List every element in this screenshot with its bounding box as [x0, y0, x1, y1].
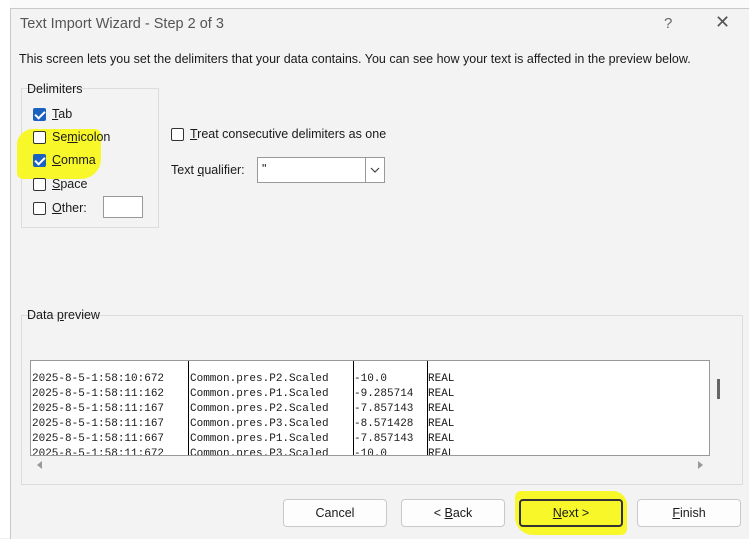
intro-text: This screen lets you set the delimiters … — [19, 52, 691, 66]
text-import-wizard-dialog: Text Import Wizard - Step 2 of 3 ? ✕ Thi… — [10, 8, 749, 539]
background-app-edge — [0, 0, 10, 538]
other-delimiter-input[interactable] — [103, 196, 143, 218]
finish-button[interactable]: Finish — [637, 499, 741, 527]
text-qualifier-value: " — [262, 162, 267, 176]
background-app-strip — [0, 0, 749, 8]
semicolon-checkbox[interactable] — [33, 130, 46, 144]
scroll-left-icon — [37, 461, 42, 469]
space-checkbox[interactable] — [33, 177, 46, 191]
data-preview-label: Data preview — [27, 308, 100, 322]
consecutive-option[interactable]: Treat consecutive delimiters as one — [171, 125, 386, 143]
other-option[interactable]: Other: — [33, 199, 87, 217]
close-icon[interactable]: ✕ — [715, 12, 730, 33]
cancel-button[interactable]: Cancel — [283, 499, 387, 527]
comma-checkbox[interactable] — [33, 153, 46, 167]
scroll-right-icon — [698, 461, 703, 469]
window-title: Text Import Wizard - Step 2 of 3 — [20, 16, 224, 32]
back-button[interactable]: < Back — [401, 499, 505, 527]
tab-checkbox[interactable] — [33, 107, 46, 121]
horizontal-scrollbar[interactable] — [30, 458, 710, 472]
help-icon[interactable]: ? — [664, 15, 672, 32]
vertical-scrollbar-thumb[interactable] — [717, 379, 720, 399]
consecutive-checkbox[interactable] — [171, 127, 184, 141]
tab-option[interactable]: Tab — [33, 105, 72, 123]
comma-option[interactable]: Comma — [33, 151, 96, 169]
semicolon-option[interactable]: Semicolon — [33, 128, 110, 146]
chevron-down-icon[interactable] — [365, 158, 384, 182]
other-checkbox[interactable] — [33, 201, 46, 215]
text-qualifier-select[interactable]: " — [257, 157, 385, 183]
text-qualifier-label: Text qualifier: — [171, 163, 245, 177]
space-option[interactable]: Space — [33, 175, 87, 193]
delimiters-label: Delimiters — [27, 82, 83, 96]
data-preview-table[interactable]: 2025-8-5-1:58:10:672 Common.pres.P2.Scal… — [30, 360, 710, 456]
next-button[interactable]: Next > — [519, 499, 623, 527]
column-break — [188, 361, 189, 455]
